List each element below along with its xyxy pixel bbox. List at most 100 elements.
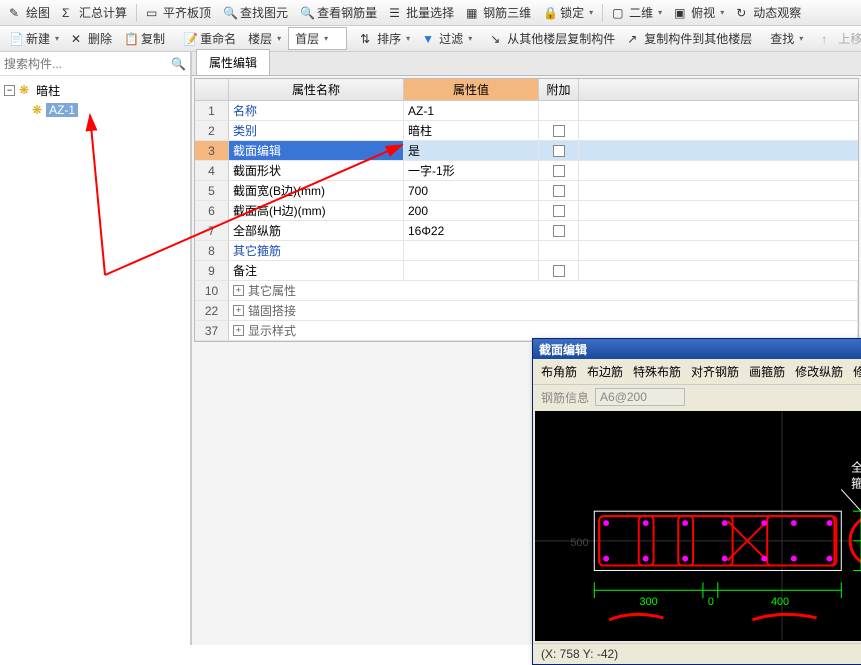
first-floor-select[interactable]: 首层 xyxy=(288,27,347,50)
edge-rebar-button[interactable]: 布边筋 xyxy=(587,363,623,380)
rename-button[interactable]: 📝重命名 xyxy=(178,28,241,49)
grid-row-3[interactable]: 3截面编辑是 xyxy=(195,141,858,161)
grid-row-9[interactable]: 9备注 xyxy=(195,261,858,281)
copy-button[interactable]: 📋复制 xyxy=(119,28,170,49)
row-name: 截面编辑 xyxy=(229,141,404,160)
row-value[interactable] xyxy=(404,241,539,260)
row-value[interactable]: 暗柱 xyxy=(404,121,539,140)
row-extra[interactable] xyxy=(539,101,579,120)
dialog-title[interactable]: 截面编辑 xyxy=(533,339,861,359)
draw-stirrup-button[interactable]: 画箍筋 xyxy=(749,363,785,380)
grid-group-10[interactable]: 10+其它属性 xyxy=(195,281,858,301)
tree-root[interactable]: − ❋ 暗柱 xyxy=(4,80,186,100)
modify-stirrup-button[interactable]: 修改箍筋 xyxy=(853,363,861,380)
canvas-status: (X: 758 Y: -42) xyxy=(533,643,861,664)
row-value[interactable]: 700 xyxy=(404,181,539,200)
property-grid: 属性名称 属性值 附加 1名称AZ-12类别暗柱3截面编辑是4截面形状一字-1形… xyxy=(194,78,859,342)
copy-to-floor-button[interactable]: ↗复制构件到其他楼层 xyxy=(622,28,757,49)
sum-button[interactable]: Σ汇总计算 xyxy=(57,2,132,23)
checkbox[interactable] xyxy=(553,265,565,277)
corner-rebar-button[interactable]: 布角筋 xyxy=(541,363,577,380)
svg-text:500: 500 xyxy=(570,537,588,549)
search-go-icon[interactable]: 🔍 xyxy=(171,57,186,71)
copy-from-floor-button[interactable]: ↘从其他楼层复制构件 xyxy=(485,28,620,49)
row-value[interactable] xyxy=(404,261,539,280)
find-button[interactable]: 查找 xyxy=(765,28,808,49)
row-extra[interactable] xyxy=(539,241,579,260)
row-value[interactable]: AZ-1 xyxy=(404,101,539,120)
special-rebar-button[interactable]: 特殊布筋 xyxy=(633,363,681,380)
item-icon: ❋ xyxy=(32,103,42,117)
batch-select-button[interactable]: ☰批量选择 xyxy=(384,2,459,23)
checkbox[interactable] xyxy=(553,145,565,157)
row-num: 9 xyxy=(195,261,229,280)
header-extra: 附加 xyxy=(539,79,579,100)
row-value[interactable]: 200 xyxy=(404,201,539,220)
rebar-3d-button[interactable]: ▦钢筋三维 xyxy=(461,2,536,23)
row-extra[interactable] xyxy=(539,161,579,180)
rebar-info-input[interactable] xyxy=(595,388,685,406)
grid-row-6[interactable]: 6截面高(H边)(mm)200 xyxy=(195,201,858,221)
filter-icon: ▼ xyxy=(422,32,436,46)
checkbox[interactable] xyxy=(553,225,565,237)
checkbox[interactable] xyxy=(553,185,565,197)
align-rebar-button[interactable]: 对齐钢筋 xyxy=(691,363,739,380)
grid-row-7[interactable]: 7全部纵筋16Φ22 xyxy=(195,221,858,241)
lock-button[interactable]: 🔒锁定 xyxy=(538,2,598,23)
row-extra[interactable] xyxy=(539,261,579,280)
tab-properties[interactable]: 属性编辑 xyxy=(196,49,270,75)
new-button[interactable]: 📄新建 xyxy=(4,28,64,49)
grid-row-1[interactable]: 1名称AZ-1 xyxy=(195,101,858,121)
row-num: 8 xyxy=(195,241,229,260)
expand-icon[interactable]: + xyxy=(233,285,244,296)
top-view-button[interactable]: ▣俯视 xyxy=(669,2,729,23)
batch-icon: ☰ xyxy=(389,6,403,20)
section-canvas[interactable]: 300 0 400 100 100 500 全部纵筋 16C22 箍筋 A6@2… xyxy=(535,411,861,641)
two-d-button[interactable]: ▢二维 xyxy=(607,2,667,23)
row-value[interactable]: 是 xyxy=(404,141,539,160)
toolbar-main: ✎绘图 Σ汇总计算 ▭平齐板顶 🔍查找图元 🔍查看钢筋量 ☰批量选择 ▦钢筋三维… xyxy=(0,0,861,26)
row-extra[interactable] xyxy=(539,201,579,220)
modify-long-button[interactable]: 修改纵筋 xyxy=(795,363,843,380)
checkbox[interactable] xyxy=(553,165,565,177)
grid-row-2[interactable]: 2类别暗柱 xyxy=(195,121,858,141)
lock-icon: 🔒 xyxy=(543,6,557,20)
flat-button[interactable]: ▭平齐板顶 xyxy=(141,2,216,23)
row-extra[interactable] xyxy=(539,221,579,240)
floor-button[interactable]: 楼层 xyxy=(243,28,286,49)
dialog-info: 钢筋信息 xyxy=(533,385,861,409)
grid-row-5[interactable]: 5截面宽(B边)(mm)700 xyxy=(195,181,858,201)
row-num: 37 xyxy=(195,321,229,340)
draw-button[interactable]: ✎绘图 xyxy=(4,2,55,23)
header-value: 属性值 xyxy=(404,79,539,100)
toolbar-secondary: 📄新建 ✕删除 📋复制 📝重命名 楼层 首层 ⇅排序 ▼过滤 ↘从其他楼层复制构… xyxy=(0,26,861,52)
grid-group-22[interactable]: 22+锚固搭接 xyxy=(195,301,858,321)
checkbox[interactable] xyxy=(553,125,565,137)
row-value[interactable]: 一字-1形 xyxy=(404,161,539,180)
expand-icon[interactable]: + xyxy=(233,325,244,336)
dynamic-view-button[interactable]: ↻动态观察 xyxy=(731,2,806,23)
move-up-button[interactable]: ↑上移 xyxy=(816,28,861,49)
checkbox[interactable] xyxy=(553,205,565,217)
rebar-qty-button[interactable]: 🔍查看钢筋量 xyxy=(295,2,382,23)
row-value[interactable]: 16Φ22 xyxy=(404,221,539,240)
row-extra[interactable] xyxy=(539,141,579,160)
rename-icon: 📝 xyxy=(183,32,197,46)
search-input[interactable] xyxy=(4,57,171,71)
flat-icon: ▭ xyxy=(146,6,160,20)
delete-button[interactable]: ✕删除 xyxy=(66,28,117,49)
tree-item-az1[interactable]: ❋ AZ-1 xyxy=(4,100,186,120)
collapse-icon[interactable]: − xyxy=(4,85,15,96)
row-extra[interactable] xyxy=(539,121,579,140)
filter-button[interactable]: ▼过滤 xyxy=(417,28,477,49)
sort-button[interactable]: ⇅排序 xyxy=(355,28,415,49)
row-extra[interactable] xyxy=(539,181,579,200)
row-num: 22 xyxy=(195,301,229,320)
row-num: 7 xyxy=(195,221,229,240)
rebar-info-label: 钢筋信息 xyxy=(541,389,589,406)
left-panel: 🔍 − ❋ 暗柱 ❋ AZ-1 xyxy=(0,52,192,645)
grid-row-4[interactable]: 4截面形状一字-1形 xyxy=(195,161,858,181)
expand-icon[interactable]: + xyxy=(233,305,244,316)
grid-row-8[interactable]: 8其它箍筋 xyxy=(195,241,858,261)
find-element-button[interactable]: 🔍查找图元 xyxy=(218,2,293,23)
